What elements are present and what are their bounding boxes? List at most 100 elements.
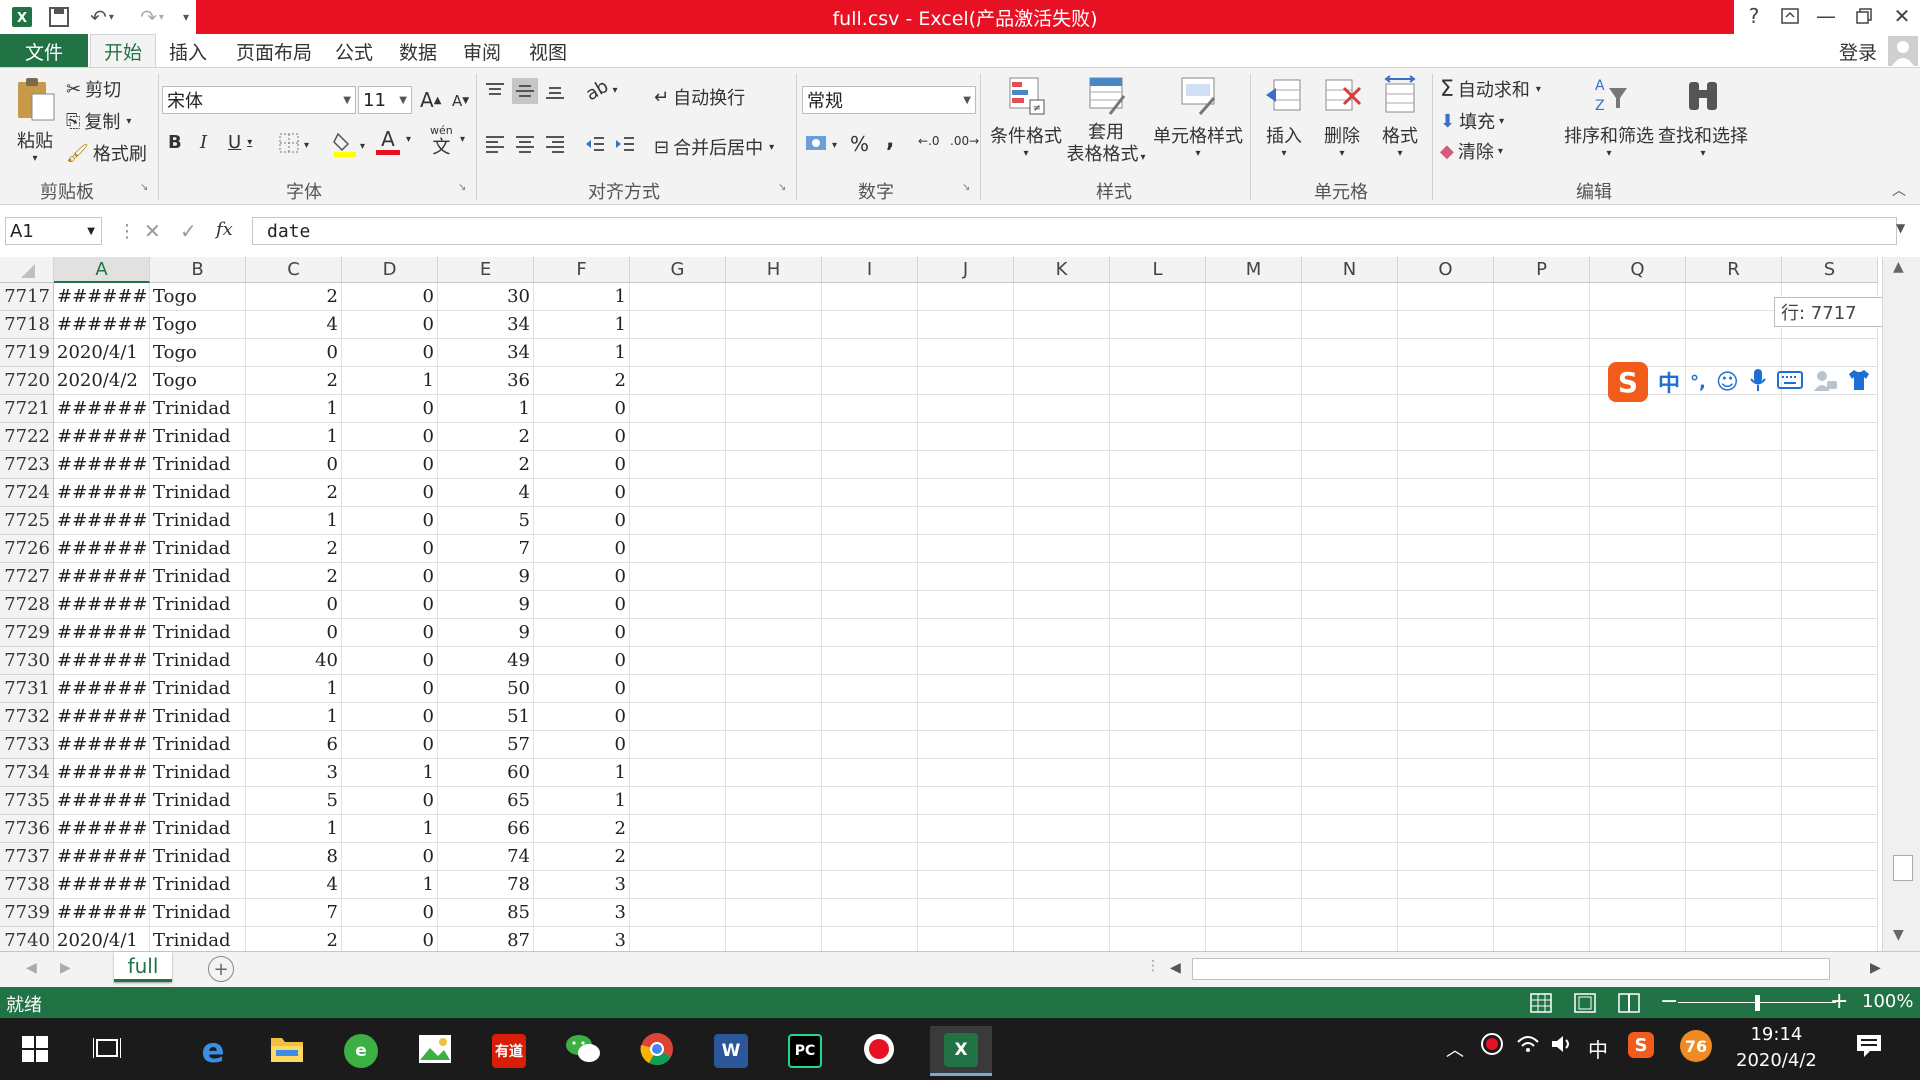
cell-s[interactable] — [1782, 927, 1878, 951]
cell-d[interactable]: 0 — [342, 843, 438, 871]
cell-p[interactable] — [1494, 647, 1590, 675]
cell-h[interactable] — [726, 591, 822, 619]
cell-q[interactable] — [1590, 591, 1686, 619]
cell-l[interactable] — [1110, 675, 1206, 703]
cell-f[interactable]: 1 — [534, 759, 630, 787]
cell-j[interactable] — [918, 591, 1014, 619]
cell-n[interactable] — [1302, 563, 1398, 591]
cell-a[interactable]: ######## — [54, 479, 150, 507]
cell-p[interactable] — [1494, 787, 1590, 815]
cell-b[interactable]: Trinidad — [150, 843, 246, 871]
row-header[interactable]: 7739 — [0, 899, 54, 927]
cell-a[interactable]: ######## — [54, 703, 150, 731]
row-header[interactable]: 7721 — [0, 395, 54, 423]
cell-d[interactable]: 0 — [342, 563, 438, 591]
cell-k[interactable] — [1014, 283, 1110, 311]
cell-f[interactable]: 0 — [534, 451, 630, 479]
cell-s[interactable] — [1782, 535, 1878, 563]
cell-k[interactable] — [1014, 479, 1110, 507]
cell-c[interactable]: 5 — [246, 787, 342, 815]
cell-h[interactable] — [726, 395, 822, 423]
cell-e[interactable]: 74 — [438, 843, 534, 871]
cell-h[interactable] — [726, 619, 822, 647]
confirm-entry-icon[interactable]: ✓ — [180, 219, 197, 243]
tray-badge[interactable]: 76 — [1680, 1030, 1712, 1062]
avatar[interactable] — [1886, 34, 1920, 68]
cell-l[interactable] — [1110, 871, 1206, 899]
cell-p[interactable] — [1494, 759, 1590, 787]
cell-n[interactable] — [1302, 507, 1398, 535]
cell-j[interactable] — [918, 395, 1014, 423]
bold-button[interactable]: B — [168, 132, 182, 153]
column-header-j[interactable]: J — [918, 257, 1014, 283]
cell-h[interactable] — [726, 367, 822, 395]
cell-r[interactable] — [1686, 283, 1782, 311]
fill-color-button[interactable]: ▾ — [332, 130, 365, 163]
cell-h[interactable] — [726, 815, 822, 843]
cell-j[interactable] — [918, 647, 1014, 675]
cell-k[interactable] — [1014, 927, 1110, 951]
cell-q[interactable] — [1590, 311, 1686, 339]
row-header[interactable]: 7718 — [0, 311, 54, 339]
cell-m[interactable] — [1206, 871, 1302, 899]
cell-k[interactable] — [1014, 675, 1110, 703]
row-header[interactable]: 7737 — [0, 843, 54, 871]
cell-f[interactable]: 2 — [534, 367, 630, 395]
add-sheet-button[interactable]: + — [208, 956, 234, 982]
paste-button[interactable]: 粘贴 ▾ — [10, 76, 60, 172]
currency-button[interactable]: ▾ — [804, 132, 837, 159]
keyboard-icon[interactable] — [1776, 370, 1803, 394]
cell-i[interactable] — [822, 367, 918, 395]
cell-l[interactable] — [1110, 311, 1206, 339]
cell-j[interactable] — [918, 563, 1014, 591]
cell-e[interactable]: 50 — [438, 675, 534, 703]
cell-q[interactable] — [1590, 619, 1686, 647]
cell-b[interactable]: Togo — [150, 339, 246, 367]
cell-d[interactable]: 1 — [342, 871, 438, 899]
column-header-b[interactable]: B — [150, 257, 246, 283]
task-view-button[interactable] — [76, 1026, 138, 1076]
cell-s[interactable] — [1782, 787, 1878, 815]
cell-a[interactable]: ######## — [54, 759, 150, 787]
cell-k[interactable] — [1014, 843, 1110, 871]
taskbar-word[interactable]: W — [700, 1026, 762, 1076]
cell-b[interactable]: Togo — [150, 283, 246, 311]
cell-q[interactable] — [1590, 899, 1686, 927]
row-header[interactable]: 7736 — [0, 815, 54, 843]
sogou-logo-icon[interactable]: S — [1608, 362, 1648, 402]
page-layout-view-icon[interactable] — [1574, 993, 1596, 1013]
cell-c[interactable]: 4 — [246, 871, 342, 899]
cell-s[interactable] — [1782, 423, 1878, 451]
decrease-decimal-icon[interactable]: .00→ — [950, 134, 979, 148]
cell-h[interactable] — [726, 283, 822, 311]
cell-p[interactable] — [1494, 843, 1590, 871]
cell-n[interactable] — [1302, 451, 1398, 479]
cell-k[interactable] — [1014, 787, 1110, 815]
cell-g[interactable] — [630, 927, 726, 951]
cell-l[interactable] — [1110, 563, 1206, 591]
cell-d[interactable]: 0 — [342, 535, 438, 563]
row-header[interactable]: 7735 — [0, 787, 54, 815]
cell-c[interactable]: 1 — [246, 815, 342, 843]
taskbar-wechat[interactable] — [552, 1026, 614, 1076]
cell-f[interactable]: 0 — [534, 619, 630, 647]
cell-f[interactable]: 0 — [534, 675, 630, 703]
tray-sogou-icon[interactable]: S — [1628, 1032, 1654, 1058]
cell-l[interactable] — [1110, 899, 1206, 927]
cell-k[interactable] — [1014, 815, 1110, 843]
row-header[interactable]: 7720 — [0, 367, 54, 395]
cell-q[interactable] — [1590, 759, 1686, 787]
taskbar-recorder[interactable] — [848, 1026, 910, 1076]
cell-f[interactable]: 0 — [534, 703, 630, 731]
cell-m[interactable] — [1206, 367, 1302, 395]
cell-e[interactable]: 34 — [438, 339, 534, 367]
cell-l[interactable] — [1110, 283, 1206, 311]
cell-m[interactable] — [1206, 507, 1302, 535]
cell-a[interactable]: ######## — [54, 899, 150, 927]
cell-d[interactable]: 0 — [342, 423, 438, 451]
cell-g[interactable] — [630, 871, 726, 899]
cell-o[interactable] — [1398, 507, 1494, 535]
cell-j[interactable] — [918, 283, 1014, 311]
cell-i[interactable] — [822, 759, 918, 787]
font-size-select[interactable]: 11 ▼ — [358, 86, 412, 114]
